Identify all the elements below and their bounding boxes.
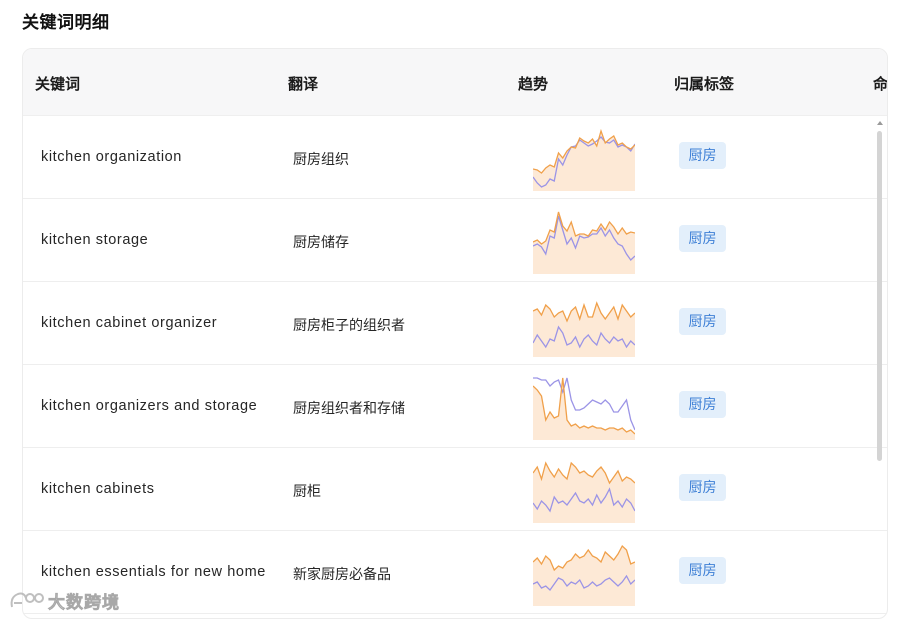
scroll-up-arrow-icon[interactable] [877, 121, 883, 125]
translation-cell: 厨房组织者和存储 [293, 400, 405, 416]
translation-cell: 厨柜 [293, 483, 321, 499]
column-header-truncated[interactable]: 命 [873, 73, 887, 94]
keyword-table: 关键词 翻译 趋势 归属标签 命 kitchen organization 厨房… [22, 48, 888, 619]
page-title: 关键词明细 [22, 13, 110, 32]
table-header: 关键词 翻译 趋势 归属标签 命 [23, 49, 887, 116]
table-row[interactable]: kitchen cabinets 厨柜 厨房 [23, 447, 887, 531]
watermark: 大数跨境 [8, 588, 120, 612]
column-header-keyword[interactable]: 关键词 [35, 73, 80, 94]
translation-cell: 厨房储存 [293, 234, 349, 250]
column-header-translation[interactable]: 翻译 [288, 73, 318, 94]
trend-sparkline [533, 538, 635, 606]
table-row[interactable]: kitchen organizers and storage 厨房组织者和存储 … [23, 364, 887, 448]
tag-badge[interactable]: 厨房 [679, 308, 726, 335]
keyword-cell: kitchen organizers and storage [41, 398, 258, 414]
table-row[interactable]: kitchen cabinet organizer 厨房柜子的组织者 厨房 [23, 281, 887, 365]
translation-cell: 厨房柜子的组织者 [293, 317, 405, 333]
vertical-scrollbar[interactable] [877, 121, 883, 618]
table-body: kitchen organization 厨房组织 厨房 kitchen sto… [23, 115, 887, 618]
trend-sparkline [533, 123, 635, 191]
keyword-cell: kitchen cabinet organizer [41, 315, 218, 331]
trend-sparkline [533, 372, 635, 440]
tag-badge[interactable]: 厨房 [679, 391, 726, 418]
tag-badge[interactable]: 厨房 [679, 225, 726, 252]
trend-sparkline [533, 206, 635, 274]
translation-cell: 新家厨房必备品 [293, 566, 391, 582]
tag-badge[interactable]: 厨房 [679, 557, 726, 584]
trend-sparkline [533, 289, 635, 357]
keyword-cell: kitchen storage [41, 232, 149, 248]
trend-sparkline [533, 455, 635, 523]
table-row[interactable]: kitchen organization 厨房组织 厨房 [23, 115, 887, 199]
tag-badge[interactable]: 厨房 [679, 142, 726, 169]
table-row[interactable]: kitchen storage 厨房储存 厨房 [23, 198, 887, 282]
keyword-cell: kitchen cabinets [41, 481, 155, 497]
table-row[interactable]: kitchen essentials for new home 新家厨房必备品 … [23, 530, 887, 614]
column-header-trend[interactable]: 趋势 [518, 73, 548, 94]
keyword-cell: kitchen organization [41, 149, 182, 165]
watermark-text: 大数跨境 [48, 592, 120, 612]
keyword-cell: kitchen essentials for new home [41, 564, 266, 580]
translation-cell: 厨房组织 [293, 151, 349, 167]
trend-area-fill [533, 463, 635, 523]
column-header-tag[interactable]: 归属标签 [674, 73, 734, 94]
scrollbar-thumb[interactable] [877, 131, 882, 461]
trend-area-fill [533, 303, 635, 357]
tag-badge[interactable]: 厨房 [679, 474, 726, 501]
watermark-logo-icon [10, 592, 44, 608]
